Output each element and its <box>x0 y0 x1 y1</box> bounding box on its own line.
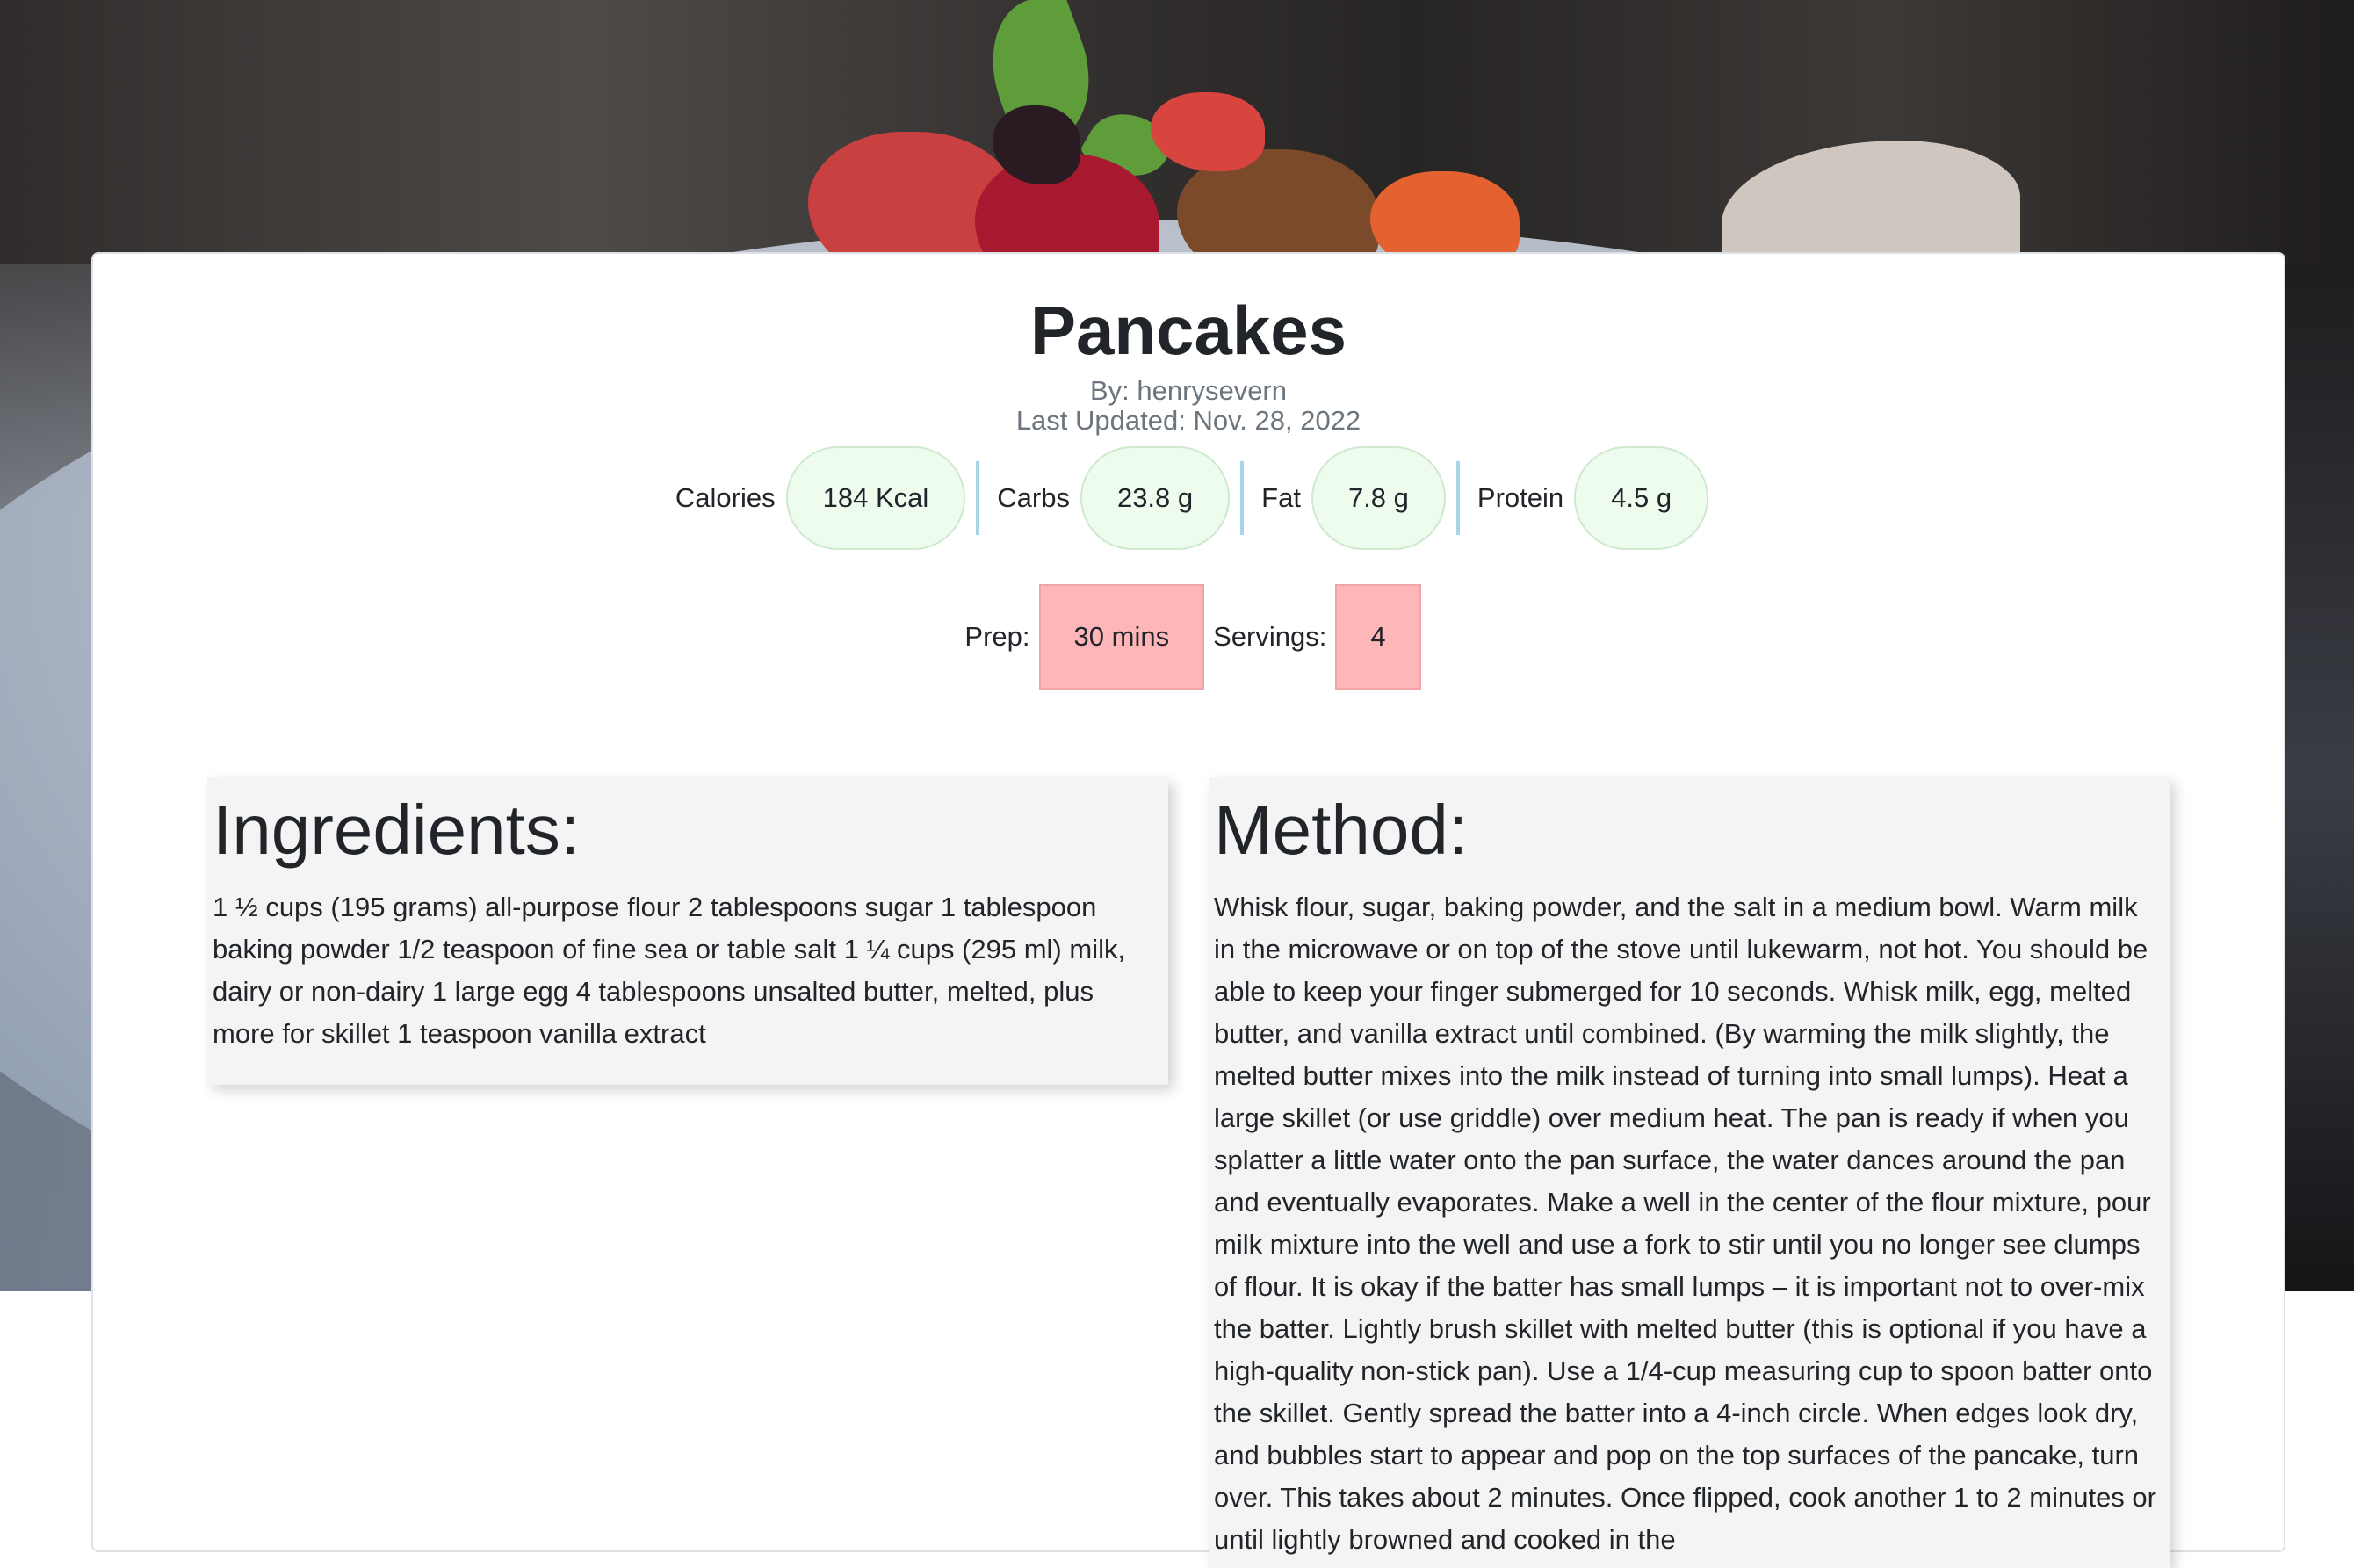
method-text: Whisk flour, sugar, baking powder, and t… <box>1214 892 2156 1555</box>
nutrition-separator <box>1455 461 1460 535</box>
recipe-card: Pancakes By: henrysevern Last Updated: N… <box>91 252 2285 1568</box>
nutrition-separator <box>976 461 980 535</box>
ingredients-text: 1 ½ cups (195 grams) all-purpose flour 2… <box>213 892 1126 1049</box>
timing-bar: Prep: 30 mins Servings: 4 <box>93 584 2284 690</box>
nutrition-value-calories: 184 Kcal <box>785 446 966 550</box>
nutrition-label-fat: Fat <box>1261 482 1301 513</box>
nutrition-bar: Calories 184 Kcal Carbs 23.8 g Fat 7.8 g… <box>93 444 2284 553</box>
recipe-author: By: henrysevern <box>1090 375 1287 406</box>
method-panel: Method: Whisk flour, sugar, baking powde… <box>1209 777 2170 1568</box>
recipe-last-updated: Last Updated: Nov. 28, 2022 <box>1015 405 1361 436</box>
prep-value: 30 mins <box>1038 584 1205 690</box>
recipe-title: Pancakes <box>1030 292 1347 369</box>
nutrition-label-calories: Calories <box>675 482 776 513</box>
method-heading: Method: <box>1214 791 1469 869</box>
ingredients-panel: Ingredients: 1 ½ cups (195 grams) all-pu… <box>207 777 1168 1085</box>
nutrition-separator <box>1240 461 1245 535</box>
nutrition-label-protein: Protein <box>1477 482 1564 513</box>
nutrition-value-fat: 7.8 g <box>1311 446 1446 550</box>
nutrition-value-carbs: 23.8 g <box>1080 446 1231 550</box>
prep-label: Prep: <box>964 621 1030 652</box>
servings-label: Servings: <box>1213 621 1327 652</box>
nutrition-label-carbs: Carbs <box>997 482 1070 513</box>
servings-value: 4 <box>1335 584 1421 690</box>
nutrition-value-protein: 4.5 g <box>1574 446 1709 550</box>
ingredients-heading: Ingredients: <box>213 791 581 869</box>
